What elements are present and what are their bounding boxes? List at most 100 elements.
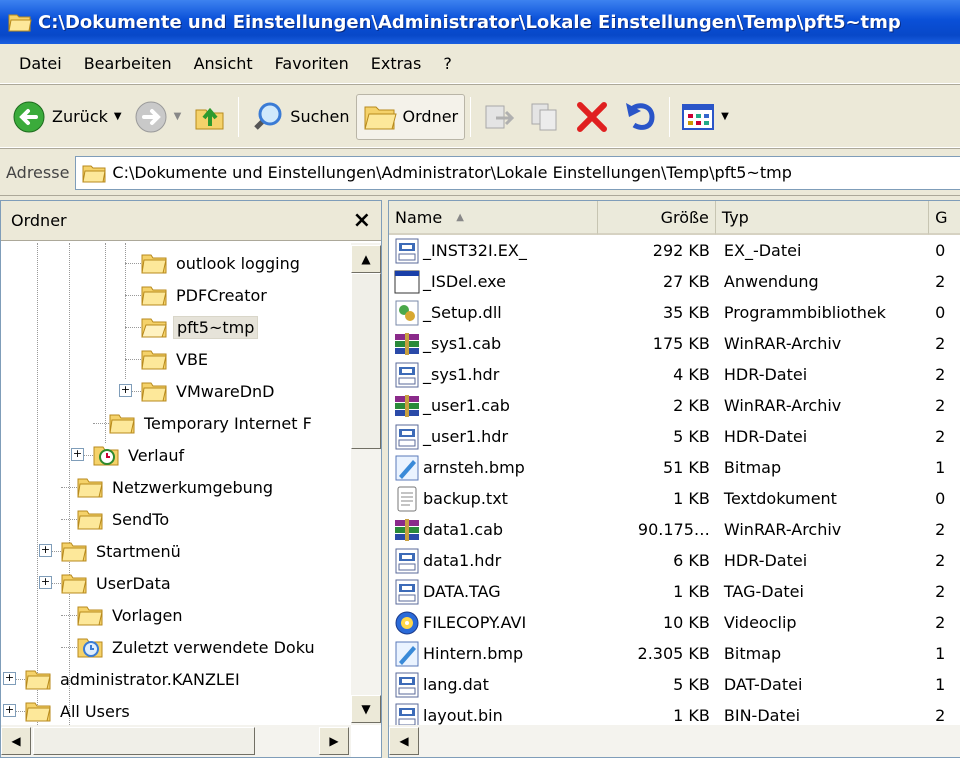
file-row[interactable]: data1.hdr 6 KB HDR-Datei 2: [389, 545, 960, 576]
tree-node[interactable]: Temporary Internet F: [109, 407, 315, 439]
column-name[interactable]: Name ▲: [389, 201, 599, 235]
delete-icon: [577, 101, 608, 132]
tree-horizontal-scrollbar[interactable]: ◀ ▶: [1, 725, 351, 757]
scroll-right-button[interactable]: ▶: [319, 727, 349, 755]
menu-favoriten[interactable]: Favoriten: [264, 54, 360, 73]
file-row[interactable]: _user1.cab 2 KB WinRAR-Archiv 2: [389, 390, 960, 421]
files-horizontal-scrollbar[interactable]: ◀: [389, 725, 960, 757]
file-row[interactable]: _sys1.cab 175 KB WinRAR-Archiv 2: [389, 328, 960, 359]
bitmap-icon: [393, 640, 421, 668]
file-type: HDR-Datei: [723, 551, 808, 570]
title-bar[interactable]: C:\Dokumente und Einstellungen\Administr…: [0, 0, 960, 44]
folder-icon: [25, 668, 51, 690]
file-name: _user1.hdr: [423, 427, 509, 446]
copy-to-button[interactable]: [522, 94, 568, 140]
menu-extras[interactable]: Extras: [360, 54, 433, 73]
column-size[interactable]: Größe: [598, 201, 716, 235]
forward-arrow-icon: [135, 101, 167, 132]
tree-expand-button[interactable]: +: [3, 704, 16, 717]
folder-icon: [61, 540, 87, 562]
tree-expand-button[interactable]: +: [39, 544, 52, 557]
tree-node[interactable]: Verlauf: [93, 439, 187, 471]
menu-datei[interactable]: Datei: [8, 54, 73, 73]
move-to-button[interactable]: [476, 94, 522, 140]
file-date: 1: [935, 458, 946, 477]
tree-node[interactable]: All Users: [25, 695, 133, 725]
tree-node[interactable]: Vorlagen: [77, 599, 185, 631]
file-row[interactable]: _user1.hdr 5 KB HDR-Datei 2: [389, 421, 960, 452]
folder-tree-pane: Ordner × outlook logging PDFCreator pft5~t…: [0, 200, 382, 758]
file-list-pane: Name ▲ Größe Typ G _INST32I.EX_ 292 KB EX_…: [388, 200, 960, 758]
file-date: 0: [935, 303, 946, 322]
file-name-cell: backup.txt: [389, 485, 598, 513]
folder-icon: [363, 106, 397, 129]
column-size-label: Größe: [660, 207, 709, 227]
forward-button[interactable]: ▼: [128, 94, 188, 140]
menu-bearbeiten[interactable]: Bearbeiten: [73, 54, 183, 73]
tree-node[interactable]: pft5~tmp: [141, 311, 259, 343]
tree-expand-button[interactable]: +: [3, 672, 16, 685]
search-icon: [254, 102, 282, 130]
file-row[interactable]: Hintern.bmp 2.305 KB Bitmap 1: [389, 638, 960, 669]
file-row[interactable]: _sys1.hdr 4 KB HDR-Datei 2: [389, 359, 960, 390]
scroll-left-button[interactable]: ◀: [389, 727, 419, 755]
file-row[interactable]: DATA.TAG 1 KB TAG-Datei 2: [389, 576, 960, 607]
file-size: 51 KB: [662, 458, 710, 477]
file-row[interactable]: _INST32I.EX_ 292 KB EX_-Datei 0: [389, 235, 960, 266]
tree-node[interactable]: UserData: [61, 567, 174, 599]
delete-button[interactable]: [568, 94, 616, 140]
file-name: arnsteh.bmp: [423, 458, 525, 477]
folder-window-icon: [8, 14, 32, 32]
undo-button[interactable]: [616, 94, 664, 140]
column-date[interactable]: G: [929, 201, 960, 235]
file-name-cell: data1.hdr: [389, 547, 598, 575]
views-icon: [682, 103, 715, 130]
tree-expand-button[interactable]: +: [119, 384, 132, 397]
tree-node-label: SendTo: [112, 509, 170, 529]
tree-node[interactable]: Zuletzt verwendete Doku: [77, 631, 318, 663]
file-icon: [393, 671, 421, 699]
address-input[interactable]: C:\Dokumente und Einstellungen\Administr…: [75, 155, 960, 190]
file-row[interactable]: backup.txt 1 KB Textdokument 0: [389, 483, 960, 514]
tree-guide-line: [125, 263, 141, 264]
tree-node[interactable]: SendTo: [77, 503, 172, 535]
file-row[interactable]: FILECOPY.AVI 10 KB Videoclip 2: [389, 607, 960, 638]
scroll-up-button[interactable]: ▲: [351, 245, 381, 273]
search-button[interactable]: Suchen: [244, 94, 355, 140]
file-row[interactable]: _Setup.dll 35 KB Programmbibliothek 0: [389, 297, 960, 328]
tree-node[interactable]: PDFCreator: [141, 279, 270, 311]
tree-node[interactable]: VBE: [141, 343, 211, 375]
scroll-down-button[interactable]: ▼: [351, 695, 381, 723]
tree-node[interactable]: outlook logging: [141, 247, 303, 279]
file-icon: [393, 423, 421, 451]
tree-node[interactable]: Netzwerkumgebung: [77, 471, 276, 503]
tree-node[interactable]: administrator.KANZLEI: [25, 663, 243, 695]
file-row[interactable]: data1.cab 90.175… WinRAR-Archiv 2: [389, 514, 960, 545]
views-button[interactable]: ▼: [675, 94, 735, 140]
file-date: 2: [935, 613, 946, 632]
close-pane-button[interactable]: ×: [353, 208, 371, 233]
file-icon: [393, 578, 421, 606]
scroll-left-button[interactable]: ◀: [1, 727, 31, 755]
tree-vertical-scrollbar[interactable]: ▲ ▼: [351, 243, 381, 725]
file-row[interactable]: lang.dat 5 KB DAT-Datei 1: [389, 669, 960, 700]
chevron-down-icon: ▼: [721, 111, 729, 122]
file-name-cell: _ISDel.exe: [389, 268, 598, 296]
file-row[interactable]: arnsteh.bmp 51 KB Bitmap 1: [389, 452, 960, 483]
menu-help[interactable]: ?: [432, 54, 463, 73]
menu-ansicht[interactable]: Ansicht: [183, 54, 264, 73]
tree-expand-button[interactable]: +: [71, 448, 84, 461]
tree-expand-button[interactable]: +: [39, 576, 52, 589]
column-type[interactable]: Typ: [715, 201, 930, 235]
folders-button[interactable]: Ordner: [355, 93, 466, 140]
back-button[interactable]: Zurück ▼: [6, 94, 128, 140]
scroll-thumb[interactable]: [351, 273, 381, 449]
file-name: _sys1.hdr: [423, 365, 500, 384]
column-date-label: G: [935, 207, 948, 227]
file-row[interactable]: _ISDel.exe 27 KB Anwendung 2: [389, 266, 960, 297]
file-size: 6 KB: [673, 551, 710, 570]
scroll-thumb[interactable]: [33, 727, 255, 755]
up-folder-button[interactable]: [187, 94, 233, 140]
tree-node[interactable]: VMwareDnD: [141, 375, 278, 407]
tree-node[interactable]: Startmenü: [61, 535, 184, 567]
